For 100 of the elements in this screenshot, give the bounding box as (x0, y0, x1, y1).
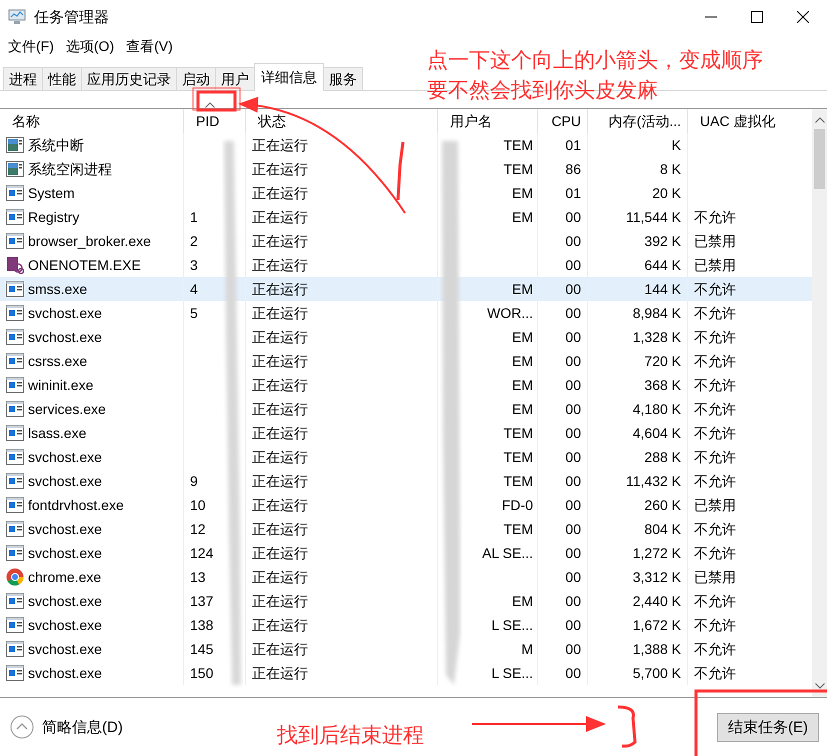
uac-cell-text: 不允许 (694, 328, 736, 347)
end-task-button[interactable]: 结束任务(E) (717, 712, 819, 742)
cpu-cell-text: 00 (565, 304, 581, 323)
column-header[interactable]: 用户名 (437, 109, 537, 133)
menu-item[interactable]: 文件(F) (8, 38, 54, 56)
cpu-cell-text: 00 (565, 328, 581, 347)
status-cell-text: 正在运行 (252, 160, 308, 179)
memory-cell-text: 4,180 K (632, 400, 681, 419)
cpu-cell-text: 00 (565, 208, 581, 227)
app-window-icon (6, 161, 24, 177)
cpu-cell-text: 00 (565, 448, 581, 467)
process-name: ONENOTEM.EXE (28, 256, 141, 275)
monitor-icon (8, 9, 26, 25)
app-window-icon (6, 329, 24, 345)
scrollbar-thumb[interactable] (814, 129, 825, 189)
process-name: browser_broker.exe (28, 232, 151, 251)
user-cell-text: WOR... (487, 304, 533, 323)
window-title: 任务管理器 (34, 8, 109, 26)
app-window-icon (6, 425, 24, 441)
highlight-frame (196, 90, 236, 112)
pen-stroke (396, 142, 404, 200)
pid-cell-text: 138 (190, 616, 214, 635)
column-header[interactable]: 状态 (245, 109, 437, 133)
uac-cell-text: 不允许 (694, 616, 736, 635)
pid-cell-text: 10 (190, 496, 206, 515)
app-window-icon (6, 233, 24, 249)
status-cell-text: 正在运行 (252, 568, 308, 587)
cpu-cell-text: 00 (565, 544, 581, 563)
column-header[interactable]: 名称 (0, 109, 183, 133)
cpu-cell-text: 00 (565, 376, 581, 395)
scroll-up-icon[interactable] (814, 117, 824, 123)
app-window-icon (6, 185, 24, 201)
status-cell-text: 正在运行 (252, 544, 308, 563)
memory-cell-text: 4,604 K (632, 424, 681, 443)
maximize-icon[interactable] (751, 11, 763, 23)
status-cell-text: 正在运行 (252, 520, 308, 539)
fewer-details-label[interactable]: 简略信息(D) (42, 718, 123, 736)
cpu-cell-text: 01 (565, 136, 581, 155)
menu-item[interactable]: 查看(V) (126, 38, 173, 56)
uac-cell-text: 不允许 (694, 592, 736, 611)
tab[interactable]: 服务 (323, 67, 363, 90)
uac-cell-text: 不允许 (694, 376, 736, 395)
cpu-cell-text: 00 (565, 520, 581, 539)
table-row[interactable]: smss.exe 4 正在运行 EM 00 144 K 不允许 (0, 277, 812, 301)
user-cell-text: FD-0 (502, 496, 533, 515)
tab[interactable]: 用户 (215, 67, 255, 90)
tab[interactable]: 详细信息 (254, 63, 324, 91)
status-cell-text: 正在运行 (252, 352, 308, 371)
tab[interactable]: 性能 (42, 67, 82, 90)
scroll-down-icon[interactable] (814, 683, 824, 689)
fewer-details-button[interactable]: 简略信息(D) (10, 715, 123, 739)
cpu-cell-text: 00 (565, 256, 581, 275)
menu-item[interactable]: 选项(O) (66, 38, 114, 56)
memory-cell-text: 2,440 K (632, 592, 681, 611)
uac-cell-text: 已禁用 (694, 256, 736, 275)
user-cell-text: EM (512, 280, 533, 299)
memory-cell-text: 368 K (644, 376, 681, 395)
user-cell-text: EM (512, 184, 533, 203)
app-window-icon (6, 353, 24, 369)
cpu-cell-text: 00 (565, 616, 581, 635)
tab[interactable]: 启动 (176, 67, 216, 90)
pid-cell-text: 124 (190, 544, 214, 563)
column-header[interactable]: PID (183, 109, 245, 133)
process-name: svchost.exe (28, 472, 102, 491)
user-cell-text: EM (512, 328, 533, 347)
pid-cell-text: 1 (190, 208, 198, 227)
memory-cell-text: 1,272 K (632, 544, 681, 563)
uac-cell-text: 不允许 (694, 448, 736, 467)
user-cell-text: TEM (503, 520, 533, 539)
memory-cell-text: 644 K (644, 256, 681, 275)
status-cell-text: 正在运行 (252, 184, 308, 203)
app-window-icon (6, 281, 24, 297)
cpu-cell-text: 00 (565, 352, 581, 371)
process-name: svchost.exe (28, 520, 102, 539)
status-cell-text: 正在运行 (252, 232, 308, 251)
process-name: Registry (28, 208, 80, 227)
memory-cell-text: 8 K (660, 160, 681, 179)
close-icon[interactable] (797, 11, 809, 23)
user-cell-text: L SE... (491, 664, 533, 683)
app-window-icon (6, 473, 24, 489)
process-name: svchost.exe (28, 304, 102, 323)
memory-cell-text: 8,984 K (632, 304, 681, 323)
collapse-icon (10, 715, 34, 739)
tab[interactable]: 进程 (3, 67, 43, 90)
memory-cell-text: K (672, 136, 681, 155)
column-header[interactable]: CPU (537, 109, 587, 133)
tab[interactable]: 应用历史记录 (81, 67, 177, 90)
memory-cell-text: 5,700 K (632, 664, 681, 683)
process-name: svchost.exe (28, 544, 102, 563)
process-name: smss.exe (28, 280, 88, 299)
app-window-icon (6, 377, 24, 393)
status-cell-text: 正在运行 (252, 448, 308, 467)
browser-icon (6, 568, 24, 586)
status-cell-text: 正在运行 (252, 496, 308, 515)
column-header[interactable]: 内存(活动... (587, 109, 687, 133)
user-cell-text: L SE... (491, 616, 533, 635)
cpu-cell-text: 00 (565, 568, 581, 587)
scrollbar[interactable] (812, 109, 827, 697)
memory-cell-text: 1,328 K (632, 328, 681, 347)
process-name: csrss.exe (28, 352, 88, 371)
